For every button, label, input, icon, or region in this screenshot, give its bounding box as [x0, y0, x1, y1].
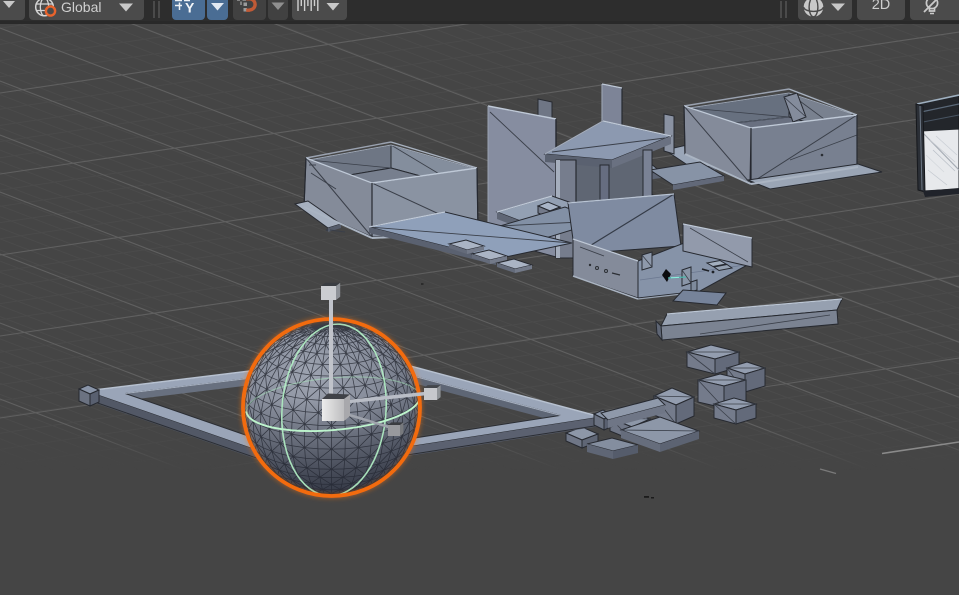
svg-text:Y: Y: [185, 0, 195, 16]
svg-text:Global: Global: [61, 0, 101, 15]
